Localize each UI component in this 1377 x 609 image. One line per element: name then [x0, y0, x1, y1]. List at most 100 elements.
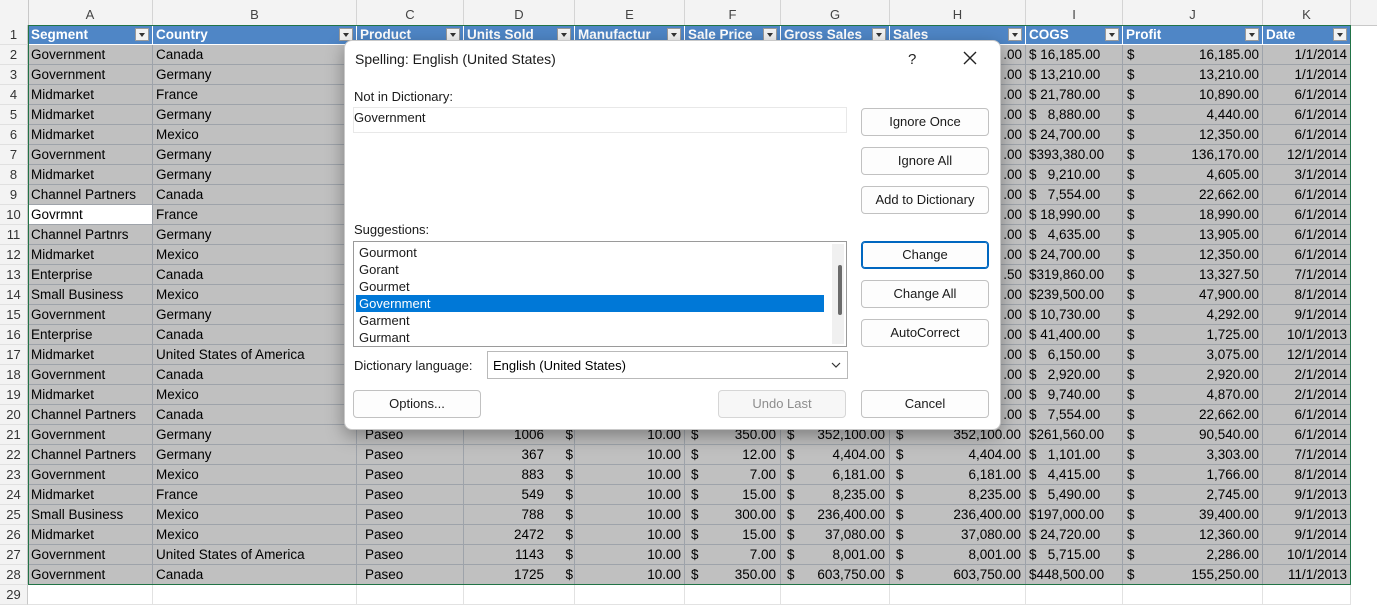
segment-cell[interactable]: Channel Partnrs	[28, 225, 153, 245]
country-cell[interactable]: Mexico	[153, 385, 357, 405]
row-number[interactable]: 15	[0, 305, 28, 325]
row-number[interactable]: 2	[0, 45, 28, 65]
autocorrect-button[interactable]: AutoCorrect	[861, 319, 989, 347]
profit-cell[interactable]: $3,075.00	[1123, 345, 1263, 365]
profit-cell[interactable]: $16,185.00	[1123, 45, 1263, 65]
cogs-cell[interactable]: $261,560.00	[1026, 425, 1123, 445]
date-cell[interactable]: 2/1/2014	[1263, 365, 1351, 385]
suggestion-item[interactable]: Gourmont	[359, 244, 825, 261]
segment-cell[interactable]: Govrmnt	[28, 205, 153, 225]
profit-cell[interactable]: $10,890.00	[1123, 85, 1263, 105]
date-cell[interactable]: 10/1/2014	[1263, 545, 1351, 565]
units-cell[interactable]: 549 $	[464, 485, 575, 505]
date-cell[interactable]: 9/1/2014	[1263, 305, 1351, 325]
row-number[interactable]: 27	[0, 545, 28, 565]
segment-cell[interactable]: Government	[28, 565, 153, 585]
profit-cell[interactable]: $13,327.50	[1123, 265, 1263, 285]
country-cell[interactable]: Germany	[153, 165, 357, 185]
column-header[interactable]: F	[685, 0, 781, 25]
country-cell[interactable]: Mexico	[153, 285, 357, 305]
row-number[interactable]: 8	[0, 165, 28, 185]
gross-sales-cell[interactable]: $236,400.00	[781, 505, 890, 525]
country-cell[interactable]: Mexico	[153, 465, 357, 485]
country-cell[interactable]: Germany	[153, 445, 357, 465]
manufacturing-price-cell[interactable]: 10.00	[575, 565, 685, 585]
cogs-cell[interactable]: $ 24,720.00	[1026, 525, 1123, 545]
date-cell[interactable]: 6/1/2014	[1263, 245, 1351, 265]
column-header[interactable]: D	[464, 0, 575, 25]
segment-cell[interactable]: Small Business	[28, 505, 153, 525]
product-cell[interactable]: Paseo	[357, 505, 464, 525]
profit-cell[interactable]: $2,286.00	[1123, 545, 1263, 565]
sale-price-cell[interactable]: $300.00	[685, 505, 781, 525]
row-number[interactable]: 17	[0, 345, 28, 365]
segment-cell[interactable]: Government	[28, 465, 153, 485]
product-cell[interactable]: Paseo	[357, 445, 464, 465]
empty-cell[interactable]	[153, 585, 357, 605]
change-all-button[interactable]: Change All	[861, 280, 989, 308]
row-number[interactable]: 3	[0, 65, 28, 85]
country-cell[interactable]: Canada	[153, 45, 357, 65]
empty-cell[interactable]	[464, 585, 575, 605]
country-cell[interactable]: Mexico	[153, 505, 357, 525]
date-cell[interactable]: 11/1/2013	[1263, 565, 1351, 585]
manufacturing-price-cell[interactable]: 10.00	[575, 465, 685, 485]
row-number[interactable]: 4	[0, 85, 28, 105]
gross-sales-cell[interactable]: $8,001.00	[781, 545, 890, 565]
product-cell[interactable]: Paseo	[357, 465, 464, 485]
row-number[interactable]: 28	[0, 565, 28, 585]
units-cell[interactable]: 883 $	[464, 465, 575, 485]
segment-cell[interactable]: Enterprise	[28, 325, 153, 345]
segment-cell[interactable]: Government	[28, 365, 153, 385]
date-cell[interactable]: 6/1/2014	[1263, 185, 1351, 205]
row-number[interactable]: 7	[0, 145, 28, 165]
row-number[interactable]: 11	[0, 225, 28, 245]
filter-dropdown-button[interactable]	[1008, 28, 1022, 41]
sale-price-cell[interactable]: $7.00	[685, 545, 781, 565]
segment-cell[interactable]: Enterprise	[28, 265, 153, 285]
country-cell[interactable]: Mexico	[153, 125, 357, 145]
header-cell[interactable]: COGS	[1026, 25, 1123, 45]
column-header[interactable]: J	[1123, 0, 1263, 25]
sales-cell[interactable]: $6,181.00	[890, 465, 1026, 485]
segment-cell[interactable]: Channel Partners	[28, 445, 153, 465]
row-number[interactable]: 14	[0, 285, 28, 305]
country-cell[interactable]: United States of America	[153, 545, 357, 565]
country-cell[interactable]: Germany	[153, 105, 357, 125]
add-to-dictionary-button[interactable]: Add to Dictionary	[861, 186, 989, 214]
cogs-cell[interactable]: $ 9,740.00	[1026, 385, 1123, 405]
sales-cell[interactable]: $603,750.00	[890, 565, 1026, 585]
segment-cell[interactable]: Government	[28, 545, 153, 565]
suggestion-item[interactable]: Government	[356, 295, 824, 312]
date-cell[interactable]: 9/1/2014	[1263, 525, 1351, 545]
filter-dropdown-button[interactable]	[1333, 28, 1347, 41]
gross-sales-cell[interactable]: $4,404.00	[781, 445, 890, 465]
help-icon[interactable]: ?	[908, 51, 916, 68]
filter-dropdown-button[interactable]	[1245, 28, 1259, 41]
cogs-cell[interactable]: $197,000.00	[1026, 505, 1123, 525]
country-cell[interactable]: Mexico	[153, 525, 357, 545]
country-cell[interactable]: Germany	[153, 145, 357, 165]
row-number[interactable]: 18	[0, 365, 28, 385]
column-header[interactable]: G	[781, 0, 890, 25]
cogs-cell[interactable]: $ 41,400.00	[1026, 325, 1123, 345]
filter-dropdown-button[interactable]	[1105, 28, 1119, 41]
column-header[interactable]: C	[357, 0, 464, 25]
header-cell[interactable]: Profit	[1123, 25, 1263, 45]
row-number[interactable]: 20	[0, 405, 28, 425]
suggestion-item[interactable]: Gurmant	[359, 329, 825, 346]
units-cell[interactable]: 367 $	[464, 445, 575, 465]
column-header[interactable]: I	[1026, 0, 1123, 25]
gross-sales-cell[interactable]: $37,080.00	[781, 525, 890, 545]
date-cell[interactable]: 6/1/2014	[1263, 125, 1351, 145]
country-cell[interactable]: Germany	[153, 425, 357, 445]
date-cell[interactable]: 6/1/2014	[1263, 405, 1351, 425]
country-cell[interactable]: Germany	[153, 305, 357, 325]
country-cell[interactable]: Canada	[153, 265, 357, 285]
cogs-cell[interactable]: $448,500.00	[1026, 565, 1123, 585]
date-cell[interactable]: 12/1/2014	[1263, 145, 1351, 165]
product-cell[interactable]: Paseo	[357, 525, 464, 545]
date-cell[interactable]: 6/1/2014	[1263, 205, 1351, 225]
manufacturing-price-cell[interactable]: 10.00	[575, 445, 685, 465]
sale-price-cell[interactable]: $12.00	[685, 445, 781, 465]
